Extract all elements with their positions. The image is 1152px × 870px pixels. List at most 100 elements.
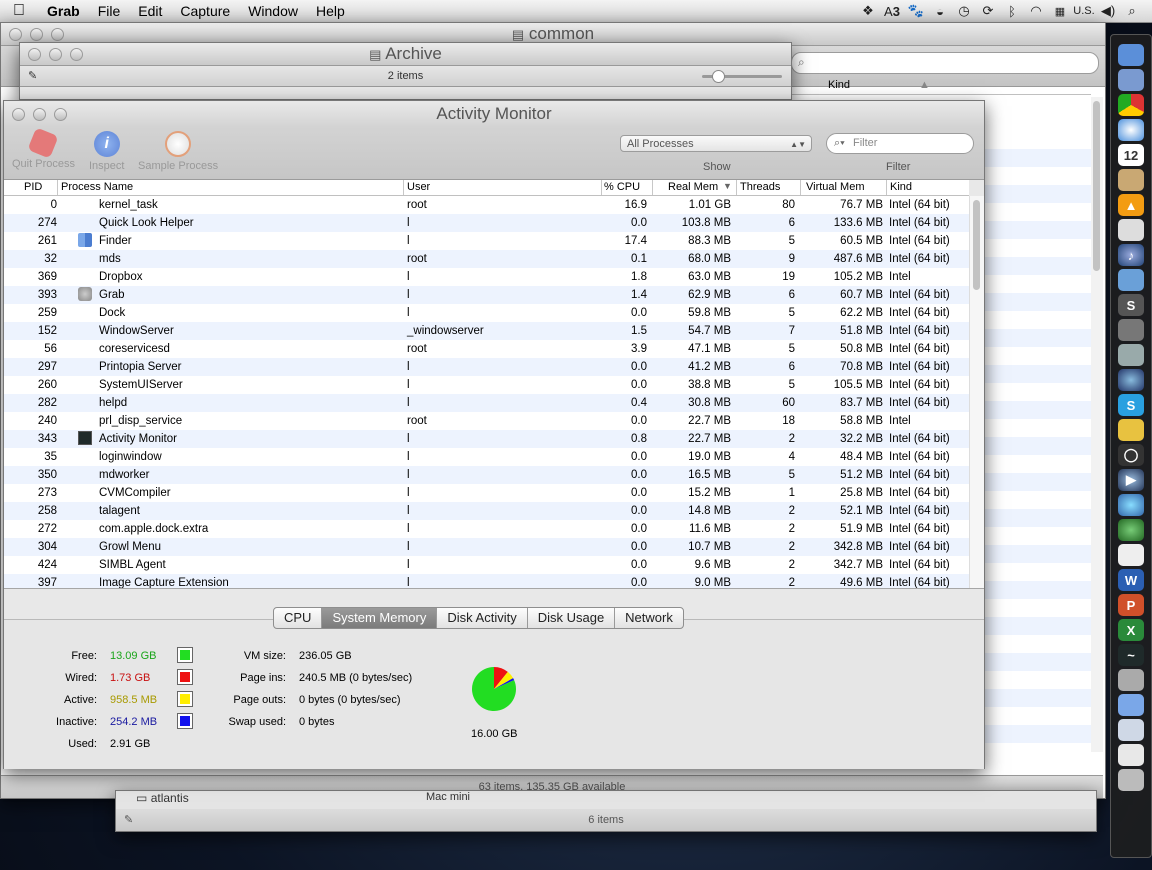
table-row[interactable]: 152 WindowServer _windowserver 1.5 54.7 MB 7 5… <box>4 322 969 340</box>
quit-process-button[interactable]: Quit Process <box>12 127 75 170</box>
finder-icon[interactable] <box>1118 44 1144 66</box>
safari-icon[interactable] <box>1118 119 1144 141</box>
menu-grab[interactable]: Grab <box>38 3 89 19</box>
skype-s-icon[interactable]: S <box>1118 294 1144 316</box>
input-locale[interactable]: U.S. <box>1072 5 1096 17</box>
scanner-icon[interactable] <box>1118 219 1144 241</box>
col-user[interactable]: User <box>407 181 430 193</box>
table-row[interactable]: 274 Quick Look Helper l 0.0 103.8 MB 6 133.6 M… <box>4 214 969 232</box>
globe-icon[interactable] <box>1118 369 1144 391</box>
calendar-icon[interactable]: 12 <box>1118 144 1144 166</box>
table-row[interactable]: 35 loginwindow l 0.0 19.0 MB 4 48.4 MB Intel (6… <box>4 448 969 466</box>
camera-icon[interactable]: ◯ <box>1118 444 1144 466</box>
menu-file[interactable]: File <box>89 3 130 19</box>
table-row[interactable]: 261 Finder l 17.4 88.3 MB 5 60.5 MB Intel (64 b… <box>4 232 969 250</box>
adobe-icon[interactable]: A3 <box>880 4 904 19</box>
table-scrollbar[interactable] <box>969 196 984 588</box>
volume-icon[interactable]: ◀) <box>1096 3 1120 19</box>
activity-icon[interactable]: ~ <box>1118 644 1144 666</box>
process-filter-select[interactable]: All Processes ▲▼ <box>620 135 812 152</box>
process-table[interactable]: 0 kernel_task root 16.9 1.01 GB 80 76.7 MB Inte… <box>4 196 969 588</box>
tab-cpu[interactable]: CPU <box>274 608 321 628</box>
close-button[interactable] <box>9 28 22 41</box>
drive-icon[interactable]: ◒ <box>928 4 952 19</box>
free-color-swatch[interactable] <box>177 647 193 663</box>
zoom-button[interactable] <box>54 108 67 121</box>
excel-icon[interactable]: X <box>1118 619 1144 641</box>
flag-icon[interactable]: ▦ <box>1048 5 1072 18</box>
documents-icon[interactable] <box>1118 744 1144 766</box>
col-threads[interactable]: Threads <box>740 181 780 193</box>
minimize-button[interactable] <box>30 28 43 41</box>
table-row[interactable]: 297 Printopia Server l 0.0 41.2 MB 6 70.8 MB In… <box>4 358 969 376</box>
slider-knob[interactable] <box>712 70 725 83</box>
scrollbar[interactable] <box>1091 97 1103 752</box>
table-row[interactable]: 424 SIMBL Agent l 0.0 9.6 MB 2 342.7 MB Intel (… <box>4 556 969 574</box>
icon-size-slider[interactable] <box>702 70 782 83</box>
folder-icon[interactable] <box>1118 694 1144 716</box>
table-row[interactable]: 260 SystemUIServer l 0.0 38.8 MB 5 105.5 MB Int… <box>4 376 969 394</box>
table-row[interactable]: 273 CVMCompiler l 0.0 15.2 MB 1 25.8 MB Intel (… <box>4 484 969 502</box>
stopwatch-icon[interactable] <box>1118 419 1144 441</box>
world-icon[interactable] <box>1118 494 1144 516</box>
col-process-name[interactable]: Process Name <box>61 181 133 193</box>
table-row[interactable]: 393 Grab l 1.4 62.9 MB 6 60.7 MB Intel (64 bit) <box>4 286 969 304</box>
sidebar-item[interactable]: ▭ atlantis <box>136 791 189 805</box>
trash-icon[interactable] <box>1118 769 1144 791</box>
bluetooth-icon[interactable]: ᛒ <box>1000 4 1024 19</box>
zoom-button[interactable] <box>70 48 83 61</box>
downloads-icon[interactable] <box>1118 719 1144 741</box>
table-row[interactable]: 369 Dropbox l 1.8 63.0 MB 19 105.2 MB Intel <box>4 268 969 286</box>
inactive-color-swatch[interactable] <box>177 713 193 729</box>
chrome-icon[interactable] <box>1118 94 1144 116</box>
dropbox-icon[interactable]: ❖ <box>856 3 880 19</box>
inspect-button[interactable]: i Inspect <box>89 131 124 172</box>
powerpoint-icon[interactable]: P <box>1118 594 1144 616</box>
close-button[interactable] <box>28 48 41 61</box>
tab-disk-activity[interactable]: Disk Activity <box>436 608 526 628</box>
minimize-button[interactable] <box>49 48 62 61</box>
action-icon[interactable]: ✎ <box>28 66 37 86</box>
preview-icon[interactable] <box>1118 69 1144 91</box>
close-button[interactable] <box>12 108 25 121</box>
apple-menu-icon[interactable]:  <box>0 2 38 20</box>
table-row[interactable]: 240 prl_disp_service root 0.0 22.7 MB 18 58.8 … <box>4 412 969 430</box>
skype-icon[interactable]: S <box>1118 394 1144 416</box>
action-icon[interactable]: ✎ <box>124 809 133 831</box>
table-row[interactable]: 56 coreservicesd root 3.9 47.1 MB 5 50.8 MB Int… <box>4 340 969 358</box>
table-row[interactable]: 304 Growl Menu l 0.0 10.7 MB 2 342.8 MB Intel (… <box>4 538 969 556</box>
itunes-icon[interactable]: ♪ <box>1118 244 1144 266</box>
column-kind[interactable]: Kind <box>828 79 850 91</box>
table-row[interactable]: 259 Dock l 0.0 59.8 MB 5 62.2 MB Intel (64 bit) <box>4 304 969 322</box>
table-row[interactable]: 343 Activity Monitor l 0.8 22.7 MB 2 32.2 MB In… <box>4 430 969 448</box>
time-machine-icon[interactable]: ◷ <box>952 3 976 19</box>
zoom-button[interactable] <box>51 28 64 41</box>
table-row[interactable]: 258 talagent l 0.0 14.8 MB 2 52.1 MB Intel (64 … <box>4 502 969 520</box>
sample-process-button[interactable]: Sample Process <box>138 131 218 172</box>
notes-icon[interactable] <box>1118 544 1144 566</box>
spotlight-icon[interactable]: ⌕ <box>1120 3 1144 19</box>
cloud-icon[interactable] <box>1118 519 1144 541</box>
grab-icon[interactable] <box>1118 669 1144 691</box>
vlc-icon[interactable]: ▲ <box>1118 194 1144 216</box>
table-row[interactable]: 397 Image Capture Extension l 0.0 9.0 MB 2 49.… <box>4 574 969 588</box>
sync-icon[interactable]: ⟳ <box>976 3 1000 19</box>
table-row[interactable]: 350 mdworker l 0.0 16.5 MB 5 51.2 MB Intel (64 … <box>4 466 969 484</box>
table-row[interactable]: 32 mds root 0.1 68.0 MB 9 487.6 MB Intel (64 bi… <box>4 250 969 268</box>
table-row[interactable]: 282 helpd l 0.4 30.8 MB 60 83.7 MB Intel (64 bi… <box>4 394 969 412</box>
wired-color-swatch[interactable] <box>177 669 193 685</box>
menu-window[interactable]: Window <box>239 3 307 19</box>
menu-capture[interactable]: Capture <box>171 3 239 19</box>
list-row-mac[interactable]: Mac mini <box>426 791 470 803</box>
scroll-thumb[interactable] <box>973 200 980 290</box>
wifi-icon[interactable]: ◠ <box>1024 3 1048 19</box>
paw-icon[interactable]: 🐾 <box>904 3 928 19</box>
photo-icon[interactable] <box>1118 269 1144 291</box>
table-row[interactable]: 272 com.apple.dock.extra l 0.0 11.6 MB 2 51.9 … <box>4 520 969 538</box>
table-row[interactable]: 0 kernel_task root 16.9 1.01 GB 80 76.7 MB Inte… <box>4 196 969 214</box>
col-real-mem[interactable]: Real Mem <box>668 181 718 193</box>
filter-input[interactable]: ⌕▾ Filter <box>826 133 974 154</box>
search-input[interactable]: ⌕ <box>791 52 1099 74</box>
word-icon[interactable]: W <box>1118 569 1144 591</box>
quicktime-icon[interactable]: ▶ <box>1118 469 1144 491</box>
